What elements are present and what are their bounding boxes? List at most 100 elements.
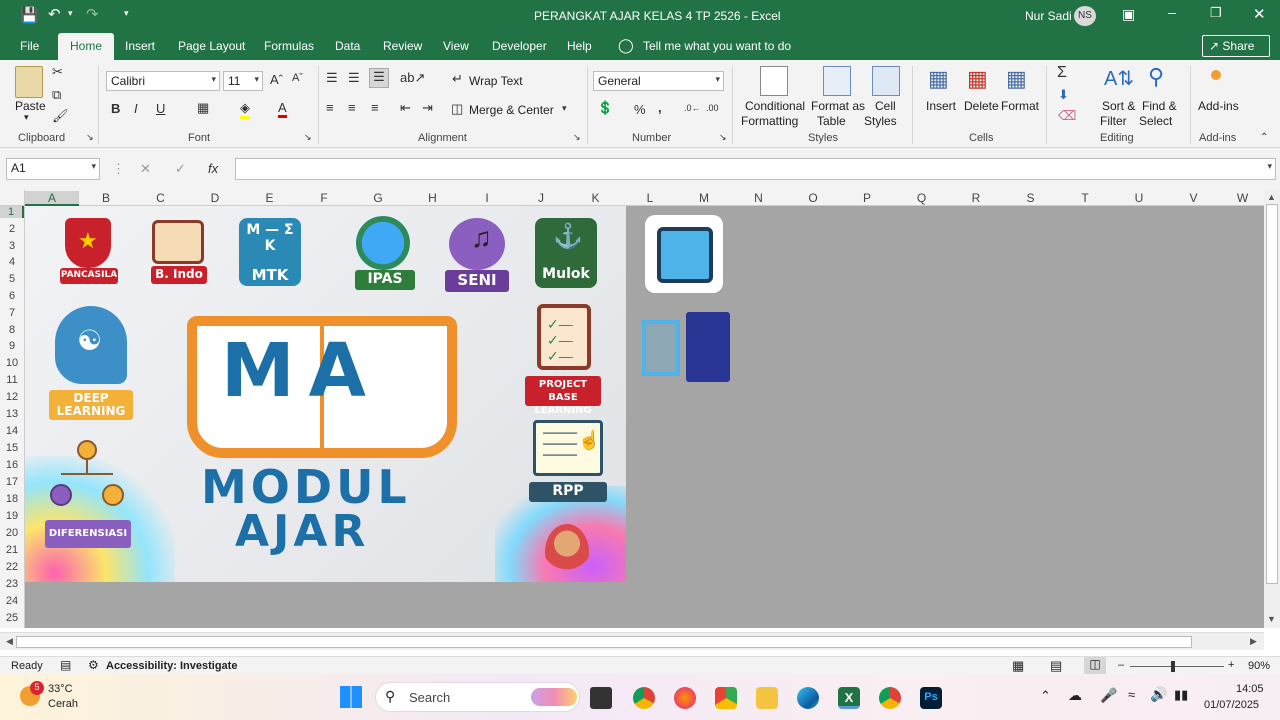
find-select-button-line2[interactable]: Select [1139, 114, 1172, 128]
format-cells-button[interactable]: Format [1001, 99, 1039, 113]
cut-icon[interactable]: ✂ [52, 64, 63, 80]
decrease-decimal-icon[interactable]: .00 [706, 103, 719, 113]
merge-dropdown-icon[interactable]: ▾ [562, 103, 567, 114]
font-size-select[interactable]: 11 ▾ [223, 71, 263, 91]
save-icon[interactable]: 💾 [20, 6, 39, 24]
column-header[interactable]: I [460, 191, 514, 205]
file-explorer-icon[interactable] [756, 687, 778, 709]
page-break-view-icon[interactable]: ◫ [1084, 657, 1106, 674]
row-header[interactable]: 5 [0, 273, 24, 285]
zoom-slider[interactable] [1130, 666, 1224, 667]
user-name[interactable]: Nur Sadi [1025, 9, 1072, 23]
autosum-icon[interactable]: Σ [1057, 64, 1067, 82]
copy-icon[interactable]: ⧉ [52, 87, 61, 103]
row-header[interactable]: 15 [0, 442, 24, 454]
align-right-icon[interactable]: ≡ [371, 100, 379, 115]
bold-icon[interactable]: B [111, 101, 120, 116]
windows-start-icon[interactable] [340, 686, 362, 708]
floating-logo-icon[interactable] [645, 215, 723, 293]
microphone-icon[interactable]: 🎤 [1100, 687, 1117, 704]
find-select-button[interactable]: Find & [1142, 99, 1177, 113]
wrap-text-button[interactable]: Wrap Text [469, 74, 523, 88]
zoom-level[interactable]: 90% [1248, 660, 1270, 672]
clock-time[interactable]: 14:05 [1236, 683, 1264, 695]
row-header[interactable]: 11 [0, 374, 24, 386]
vertical-scrollbar[interactable]: ▲ ▼ [1264, 190, 1280, 628]
weather-temp[interactable]: 33°C [48, 683, 73, 695]
select-all-corner[interactable] [0, 190, 25, 205]
undo-icon[interactable]: ↶ [48, 5, 61, 23]
column-header[interactable]: D [188, 191, 242, 205]
column-header[interactable]: C [133, 191, 188, 205]
column-header[interactable]: U [1112, 191, 1166, 205]
align-bottom-icon[interactable]: ☰ [369, 68, 389, 88]
number-format-select[interactable]: General ▾ [593, 71, 724, 91]
fill-icon[interactable]: ⬇ [1058, 87, 1069, 103]
paste-dropdown-icon[interactable]: ▾ [24, 112, 29, 123]
row-header[interactable]: 4 [0, 256, 24, 268]
column-header[interactable]: W [1221, 191, 1264, 205]
sort-filter-button[interactable]: Sort & [1102, 99, 1135, 113]
merge-center-button[interactable]: Merge & Center [469, 103, 554, 117]
expand-formula-icon[interactable]: ▾ [1267, 161, 1272, 172]
tab-data[interactable]: Data [335, 39, 360, 53]
undo-dropdown-icon[interactable]: ▾ [68, 8, 73, 19]
column-header[interactable]: Q [894, 191, 949, 205]
tab-help[interactable]: Help [567, 39, 592, 53]
formula-input[interactable]: ▾ [235, 158, 1276, 180]
row-header[interactable]: 20 [0, 527, 24, 539]
orientation-icon[interactable]: ab↗ [400, 70, 425, 86]
column-header[interactable]: A [25, 191, 79, 206]
tab-home[interactable]: Home [58, 33, 115, 60]
comma-icon[interactable]: , [658, 100, 662, 115]
alignment-launcher-icon[interactable]: ↘ [573, 132, 581, 143]
horizontal-scrollbar[interactable]: ◀ ▶ [0, 632, 1264, 650]
chrome-icon[interactable] [633, 687, 655, 709]
row-header[interactable]: 21 [0, 544, 24, 556]
row-header[interactable]: 19 [0, 510, 24, 522]
increase-decimal-icon[interactable]: .0← [684, 103, 701, 113]
clear-icon[interactable]: ⌫ [1058, 108, 1076, 124]
column-header[interactable]: R [949, 191, 1003, 205]
align-center-icon[interactable]: ≡ [348, 100, 356, 115]
paste-icon[interactable] [15, 66, 43, 98]
tell-me-search[interactable]: Tell me what you want to do [643, 39, 791, 53]
column-header[interactable]: M [677, 191, 731, 205]
tab-review[interactable]: Review [383, 39, 422, 53]
italic-icon[interactable]: I [134, 101, 138, 116]
cell-styles-button-line2[interactable]: Styles [864, 114, 897, 128]
increase-indent-icon[interactable]: ⇥ [422, 100, 433, 116]
close-icon[interactable]: ✕ [1253, 5, 1266, 23]
scroll-thumb[interactable] [1266, 204, 1278, 584]
zoom-out-icon[interactable]: – [1118, 659, 1124, 671]
row-header[interactable]: 9 [0, 340, 24, 352]
restore-icon[interactable]: ❐ [1210, 5, 1222, 21]
sort-filter-button-line2[interactable]: Filter [1100, 114, 1127, 128]
minimize-icon[interactable]: – [1168, 4, 1176, 20]
accounting-icon[interactable]: 💲 [597, 100, 613, 116]
row-header[interactable]: 24 [0, 595, 24, 607]
clipboard-launcher-icon[interactable]: ↘ [86, 132, 94, 143]
column-header[interactable]: J [514, 191, 568, 205]
scroll-down-icon[interactable]: ▼ [1267, 614, 1276, 624]
tab-view[interactable]: View [443, 39, 469, 53]
name-box[interactable]: A1 ▾ [6, 158, 100, 180]
accessibility-icon[interactable]: ⚙ [88, 658, 99, 672]
column-header[interactable]: H [405, 191, 460, 205]
font-color-icon[interactable]: A [278, 100, 287, 118]
align-left-icon[interactable]: ≡ [326, 100, 334, 115]
row-header[interactable]: 13 [0, 408, 24, 420]
cancel-icon[interactable]: ✕ [140, 161, 151, 177]
battery-icon[interactable]: ▮▮ [1174, 687, 1188, 703]
column-header[interactable]: L [623, 191, 677, 205]
accessibility-status[interactable]: Accessibility: Investigate [106, 660, 237, 672]
insert-cells-button[interactable]: Insert [926, 99, 956, 113]
column-header[interactable]: E [242, 191, 297, 205]
scroll-up-icon[interactable]: ▲ [1267, 192, 1276, 202]
tab-file[interactable]: File [20, 39, 39, 53]
hscroll-thumb[interactable] [16, 636, 1192, 648]
photoshop-icon[interactable]: Ps [920, 687, 942, 709]
search-box[interactable]: ⚲ Search [375, 682, 580, 712]
number-launcher-icon[interactable]: ↘ [719, 132, 727, 143]
conditional-formatting-button[interactable]: Conditional [745, 99, 805, 113]
